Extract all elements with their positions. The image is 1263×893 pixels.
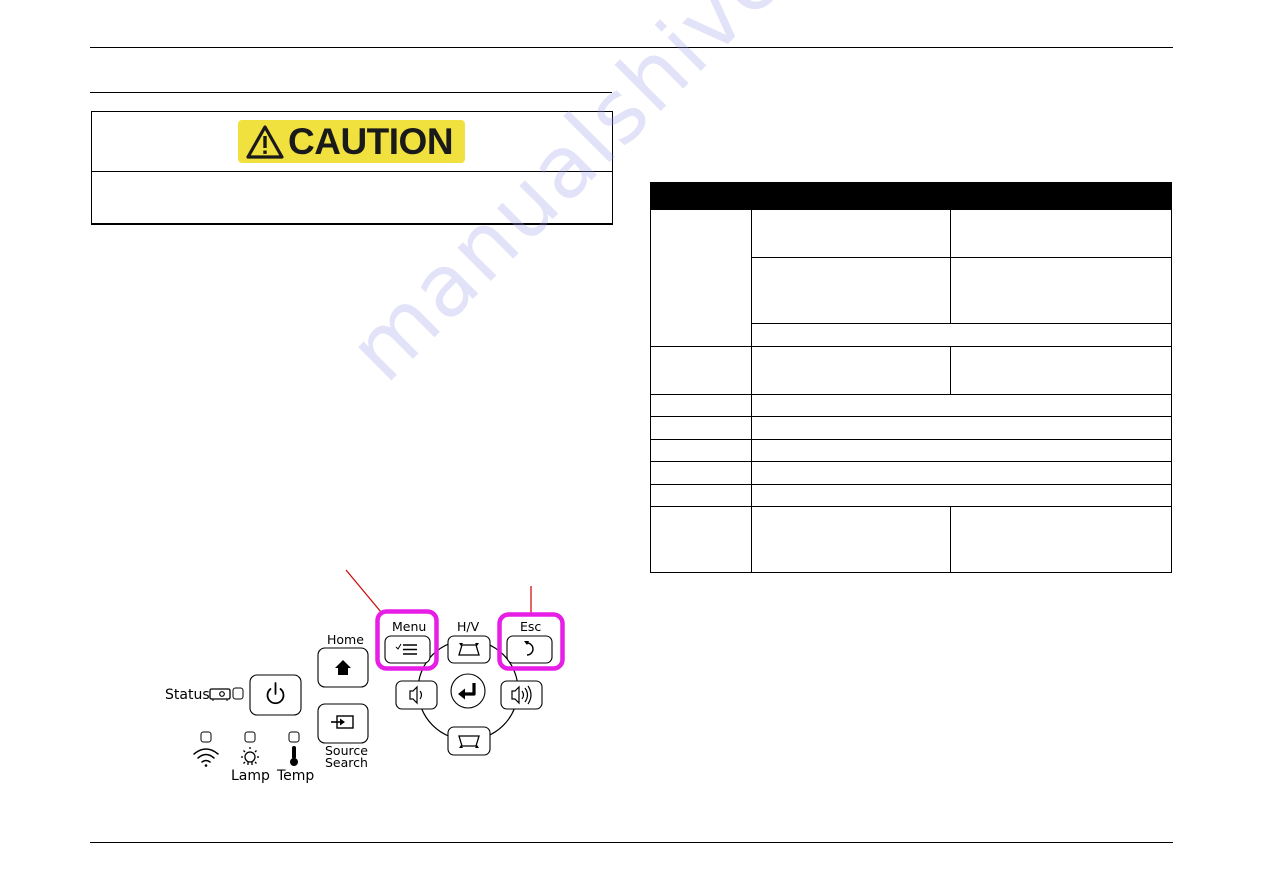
table-cell (751, 439, 1172, 462)
volume-down-button[interactable] (395, 680, 438, 710)
table-cell (649, 416, 753, 440)
table-cell (649, 461, 753, 485)
thermometer-icon (290, 746, 298, 766)
footer-rule (90, 842, 1173, 843)
table-cell (949, 257, 1173, 324)
table-cell (751, 323, 1172, 347)
enter-button[interactable] (450, 673, 486, 709)
table-cell (751, 346, 951, 395)
keystone-down-button[interactable] (447, 726, 491, 756)
source-label-line2: Search (325, 755, 368, 770)
lamp-indicator (244, 731, 256, 743)
esc-button[interactable] (506, 635, 553, 664)
projector-icon (209, 688, 231, 701)
table-cell (751, 461, 1172, 485)
lamp-icon (241, 747, 259, 765)
source-search-button[interactable] (317, 703, 369, 744)
table-cell (649, 506, 753, 573)
home-label: Home (327, 632, 364, 647)
menu-button[interactable] (384, 635, 431, 664)
caution-header: CAUTION (92, 112, 612, 172)
caution-body (92, 172, 612, 222)
table-row (649, 439, 1172, 462)
table-cell (649, 394, 753, 417)
table-header-cell (751, 182, 1172, 210)
wifi-icon (193, 748, 219, 767)
table-row (649, 506, 1173, 573)
wifi-indicator (200, 731, 212, 743)
table-row (649, 209, 1173, 347)
table-cell (751, 506, 951, 573)
table-cell (751, 209, 951, 258)
table-cell (649, 484, 753, 507)
table-row (649, 461, 1172, 485)
table-row (649, 394, 1172, 417)
table-cell (949, 346, 1173, 395)
table-cell (751, 416, 1172, 440)
temp-indicator (288, 731, 300, 743)
menu-label: Menu (392, 619, 426, 634)
table-cell (649, 346, 753, 395)
warning-triangle-icon (246, 124, 284, 159)
status-label: Status (165, 687, 210, 703)
table-cell (751, 257, 951, 324)
table-cell (649, 209, 753, 347)
section-rule (90, 92, 612, 93)
esc-label: Esc (520, 619, 541, 634)
table-cell (751, 394, 1172, 417)
hv-label: H/V (457, 619, 480, 634)
table-row (649, 346, 1173, 395)
volume-up-button[interactable] (500, 680, 543, 710)
header-rule (90, 47, 1173, 48)
caution-title: CAUTION (288, 121, 454, 162)
table-cell (949, 209, 1173, 258)
menu-callout-line (345, 569, 382, 613)
home-button[interactable] (317, 647, 369, 688)
table-cell (751, 484, 1172, 507)
power-button[interactable] (249, 674, 302, 716)
caution-label: CAUTION (238, 120, 465, 163)
table-row (649, 416, 1172, 440)
table-header-cell (649, 182, 753, 210)
hv-keystone-button[interactable] (447, 635, 491, 664)
temp-label: Temp (276, 768, 314, 784)
table-cell (949, 506, 1173, 573)
lamp-label: Lamp (231, 768, 270, 784)
table-header-row (649, 182, 1172, 210)
spec-table (649, 182, 1173, 573)
caution-box: CAUTION (91, 111, 613, 225)
status-indicator (232, 687, 244, 700)
table-cell (649, 439, 753, 462)
table-row (649, 484, 1172, 507)
